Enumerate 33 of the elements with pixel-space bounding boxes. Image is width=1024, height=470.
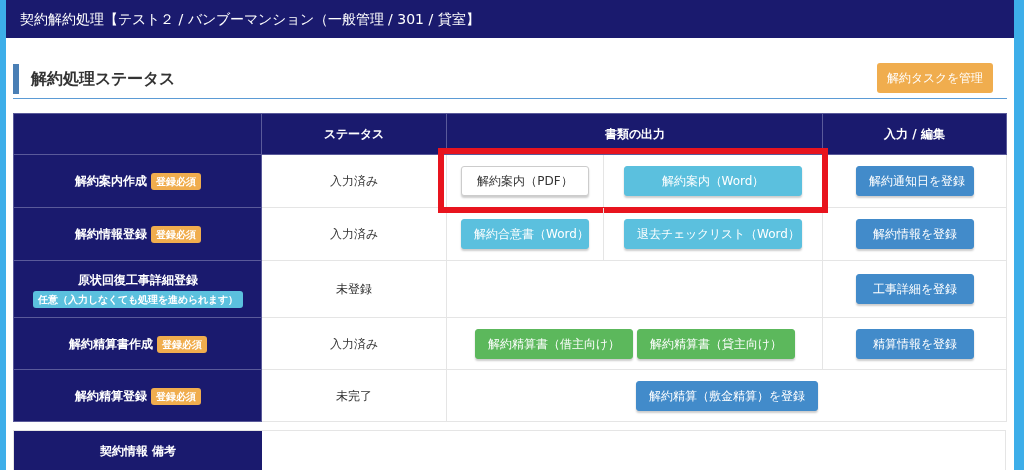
row-label: 解約精算書作成 <box>68 336 153 351</box>
row-label: 解約情報登録 <box>74 227 147 241</box>
required-badge: 登録必須 <box>156 335 207 353</box>
column-header: 書類の出力 <box>604 127 665 141</box>
status-text: 未完了 <box>336 388 372 403</box>
status-text: 入力済み <box>330 174 378 188</box>
column-header: 入力 / 編集 <box>884 127 945 141</box>
document-button[interactable]: 解約合意書（Word） <box>461 219 589 249</box>
status-text: 入力済み <box>330 336 378 351</box>
row-label: 解約案内作成 <box>74 174 147 188</box>
required-badge: 登録必須 <box>150 226 201 243</box>
document-button[interactable]: 精算情報を登録 <box>855 328 974 359</box>
window-title: 契約解約処理【テスト２ / バンブーマンション（一般管理 / 301 / 貸室】 <box>20 9 480 29</box>
manage-tasks-button[interactable]: 解約タスクを管理 <box>877 63 993 93</box>
column-header: ステータス <box>324 127 384 141</box>
row-label: 解約精算登録 <box>74 388 147 403</box>
section-title: 解約処理ステータス <box>13 64 175 94</box>
document-button[interactable]: 解約案内（PDF） <box>461 166 589 196</box>
document-button[interactable]: 工事詳細を登録 <box>855 274 974 304</box>
status-text: 未登録 <box>336 282 372 296</box>
required-badge: 登録必須 <box>150 387 201 405</box>
document-button[interactable]: 解約精算書（借主向け） <box>474 328 633 359</box>
document-button[interactable]: 解約通知日を登録 <box>855 166 974 196</box>
notes-label: 契約情報 備考 <box>99 443 177 460</box>
document-button[interactable]: 退去チェックリスト（Word） <box>624 219 802 249</box>
required-badge: 登録必須 <box>150 173 201 190</box>
status-text: 入力済み <box>330 227 378 241</box>
document-button[interactable]: 解約精算（敷金精算）を登録 <box>635 380 818 411</box>
row-label: 原状回復工事詳細登録 <box>77 272 198 287</box>
document-button[interactable]: 解約情報を登録 <box>855 219 974 249</box>
document-button[interactable]: 解約精算書（貸主向け） <box>636 328 795 359</box>
optional-badge: 任意（入力しなくても処理を進められます） <box>32 290 243 308</box>
document-button[interactable]: 解約案内（Word） <box>624 166 802 196</box>
